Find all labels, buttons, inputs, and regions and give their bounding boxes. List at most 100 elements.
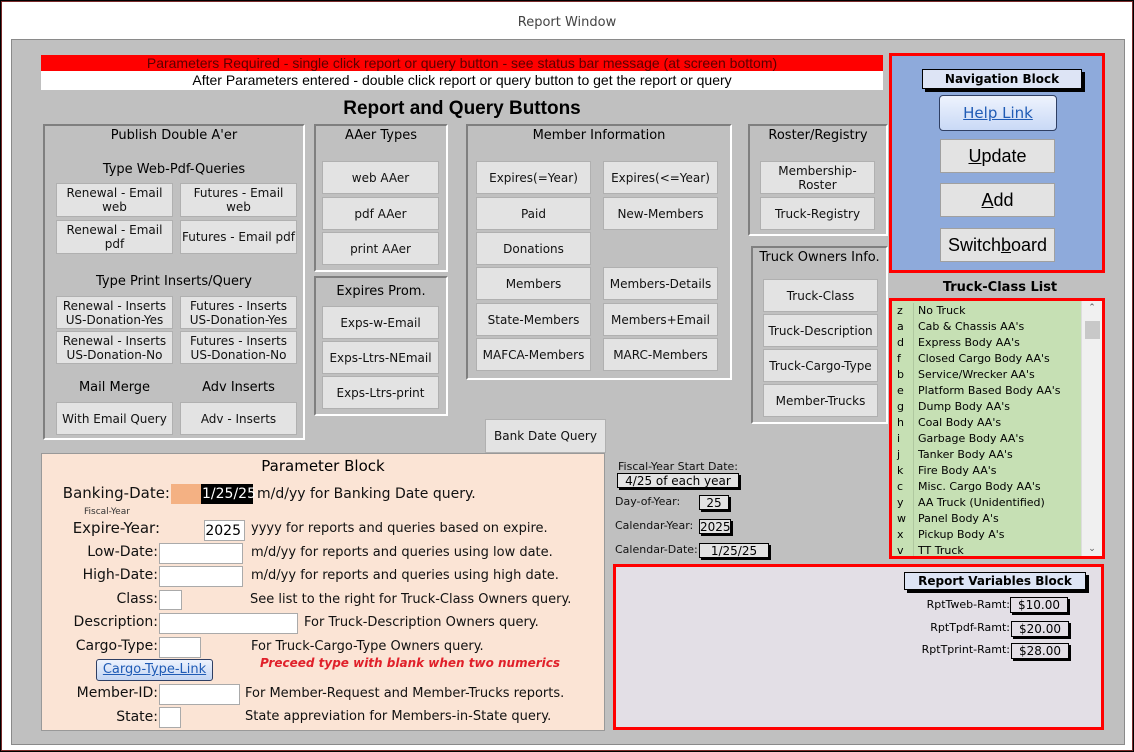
cargo-type-label: Cargo-Type: (75, 638, 158, 654)
pdf-aaer-button[interactable]: pdf AAer (322, 197, 439, 230)
class-desc: See list to the right for Truck-Class Ow… (250, 592, 572, 607)
class-input[interactable] (159, 590, 182, 610)
truck-class-item[interactable]: j Tanker Body AA's (892, 447, 1082, 463)
expires-eq-year-button[interactable]: Expires(=Year) (476, 161, 591, 194)
futures-email-pdf-button[interactable]: Futures - Email pdf (180, 220, 297, 254)
truck-class-code: g (897, 400, 904, 413)
member-trucks-button[interactable]: Member-Trucks (763, 384, 878, 417)
truck-class-item[interactable]: w Panel Body A's (892, 511, 1082, 527)
switchboard-label-post: oard (1011, 234, 1048, 255)
scroll-up-icon[interactable]: ⌃ (1082, 303, 1102, 313)
renewal-email-web-button[interactable]: Renewal - Email web (56, 183, 173, 217)
truck-class-item[interactable]: f Closed Cargo Body AA's (892, 351, 1082, 367)
renewal-inserts-donation-yes-button[interactable]: Renewal - Inserts US-Donation-Yes (56, 296, 173, 329)
truck-class-item[interactable]: e Platform Based Body AA's (892, 383, 1082, 399)
truck-class-item[interactable]: b Service/Wrecker AA's (892, 367, 1082, 383)
truck-class-item[interactable]: y AA Truck (Unidentified) (892, 495, 1082, 511)
report-form: Parameters Required - single click repor… (11, 39, 1125, 745)
marc-members-button[interactable]: MARC-Members (603, 338, 718, 371)
report-window: Report Window Parameters Required - sing… (1, 1, 1133, 751)
rpt-print-ramt-value: $28.00 (1011, 643, 1069, 659)
banking-date-input[interactable]: 1/25/25 (201, 484, 256, 504)
truck-class-code: e (897, 384, 904, 397)
truck-class-list-title: Truck-Class List (942, 280, 1058, 295)
description-input[interactable] (159, 613, 298, 634)
paid-button[interactable]: Paid (476, 197, 591, 230)
futures-email-web-button[interactable]: Futures - Email web (180, 183, 297, 217)
truck-class-name: Pickup Body A's (913, 527, 1005, 543)
truck-cargo-type-button[interactable]: Truck-Cargo-Type (763, 349, 878, 382)
print-inserts-title: Type Print Inserts/Query (96, 274, 252, 289)
bank-date-query-button[interactable]: Bank Date Query (485, 419, 606, 453)
exps-ltrs-print-button[interactable]: Exps-Ltrs-print (322, 376, 439, 409)
truck-class-item[interactable]: v TT Truck (892, 543, 1082, 556)
truck-class-name: Coal Body AA's (913, 415, 1001, 431)
truck-registry-button[interactable]: Truck-Registry (760, 197, 875, 230)
member-id-input[interactable] (159, 684, 240, 705)
expire-year-input[interactable]: 2025 (204, 520, 245, 541)
print-aaer-button[interactable]: print AAer (322, 232, 439, 265)
truck-class-code: b (897, 368, 904, 381)
futures-inserts-donation-yes-button[interactable]: Futures - Inserts US-Donation-Yes (180, 296, 297, 329)
cargo-type-link-button[interactable]: Cargo-Type-Link (96, 659, 213, 681)
cargo-type-input[interactable] (159, 637, 201, 658)
update-button[interactable]: Update (940, 139, 1055, 173)
switchboard-button[interactable]: Switch b oard (940, 228, 1055, 262)
members-details-button[interactable]: Members-Details (603, 267, 718, 300)
mail-merge-title: Mail Merge (78, 380, 151, 395)
low-date-input[interactable] (159, 543, 243, 564)
scroll-thumb[interactable] (1085, 321, 1100, 339)
web-aaer-button[interactable]: web AAer (322, 161, 439, 194)
truck-class-item[interactable]: k Fire Body AA's (892, 463, 1082, 479)
switchboard-label-accel: b (1000, 234, 1011, 255)
publish-group: Publish Double A'er Type Web-Pdf-Queries… (43, 124, 305, 440)
add-button[interactable]: Add (940, 183, 1055, 217)
members-button[interactable]: Members (476, 267, 591, 300)
low-date-label: Low-Date: (87, 544, 158, 560)
truck-description-button[interactable]: Truck-Description (763, 314, 878, 347)
exps-w-email-button[interactable]: Exps-w-Email (322, 306, 439, 339)
truck-class-name: AA Truck (Unidentified) (913, 495, 1045, 511)
adv-inserts-button[interactable]: Adv - Inserts (180, 402, 297, 435)
mafca-members-button[interactable]: MAFCA-Members (476, 338, 591, 371)
scroll-down-icon[interactable]: ⌄ (1082, 544, 1102, 554)
expires-lte-year-button[interactable]: Expires(<=Year) (603, 161, 718, 194)
truck-class-scrollbar[interactable]: ⌃ ⌄ (1081, 301, 1102, 556)
switchboard-label-pre: Switch (947, 234, 1001, 255)
state-input[interactable] (159, 707, 181, 728)
membership-roster-button[interactable]: Membership-Roster (760, 161, 875, 194)
truck-class-item[interactable]: g Dump Body AA's (892, 399, 1082, 415)
truck-class-name: No Truck (913, 303, 965, 319)
truck-class-item[interactable]: c Misc. Cargo Body AA's (892, 479, 1082, 495)
truck-class-item[interactable]: i Garbage Body AA's (892, 431, 1082, 447)
help-link-button[interactable]: Help Link (939, 95, 1057, 131)
parameters-required-banner: Parameters Required - single click repor… (41, 55, 883, 71)
rpt-web-ramt-label: RptTweb-Ramt: (926, 598, 1010, 611)
truck-class-item[interactable]: x Pickup Body A's (892, 527, 1082, 543)
exps-ltrs-nemail-button[interactable]: Exps-Ltrs-NEmail (322, 341, 439, 374)
renewal-email-pdf-button[interactable]: Renewal - Email pdf (56, 220, 173, 254)
members-email-button[interactable]: Members+Email (603, 303, 718, 336)
adv-inserts-title: Adv Inserts (202, 380, 275, 395)
truck-class-list[interactable]: z No Truck a Cab & Chassis AA's d Express Bod… (889, 298, 1105, 559)
rpt-pdf-ramt-value: $20.00 (1011, 621, 1069, 637)
truck-class-item[interactable]: d Express Body AA's (892, 335, 1082, 351)
truck-class-item[interactable]: h Coal Body AA's (892, 415, 1082, 431)
truck-class-item[interactable]: a Cab & Chassis AA's (892, 319, 1082, 335)
add-label-accel: A (981, 189, 994, 210)
new-members-button[interactable]: New-Members (603, 197, 718, 230)
high-date-input[interactable] (159, 566, 243, 587)
truck-class-item[interactable]: z No Truck (892, 303, 1082, 319)
navigation-block-title: Navigation Block (922, 69, 1082, 89)
truck-class-button[interactable]: Truck-Class (763, 279, 878, 312)
with-email-query-button[interactable]: With Email Query (56, 402, 173, 435)
web-pdf-title: Type Web-Pdf-Queries (102, 162, 246, 177)
state-members-button[interactable]: State-Members (476, 303, 591, 336)
truck-class-name: Panel Body A's (913, 511, 999, 527)
truck-class-name: Dump Body AA's (913, 399, 1010, 415)
futures-inserts-donation-no-button[interactable]: Futures - Inserts US-Donation-No (180, 331, 297, 364)
fiscal-year-note: Fiscal-Year (84, 507, 130, 517)
renewal-inserts-donation-no-button[interactable]: Renewal - Inserts US-Donation-No (56, 331, 173, 364)
donations-button[interactable]: Donations (476, 232, 591, 265)
expire-year-label: Expire-Year: (72, 519, 160, 537)
